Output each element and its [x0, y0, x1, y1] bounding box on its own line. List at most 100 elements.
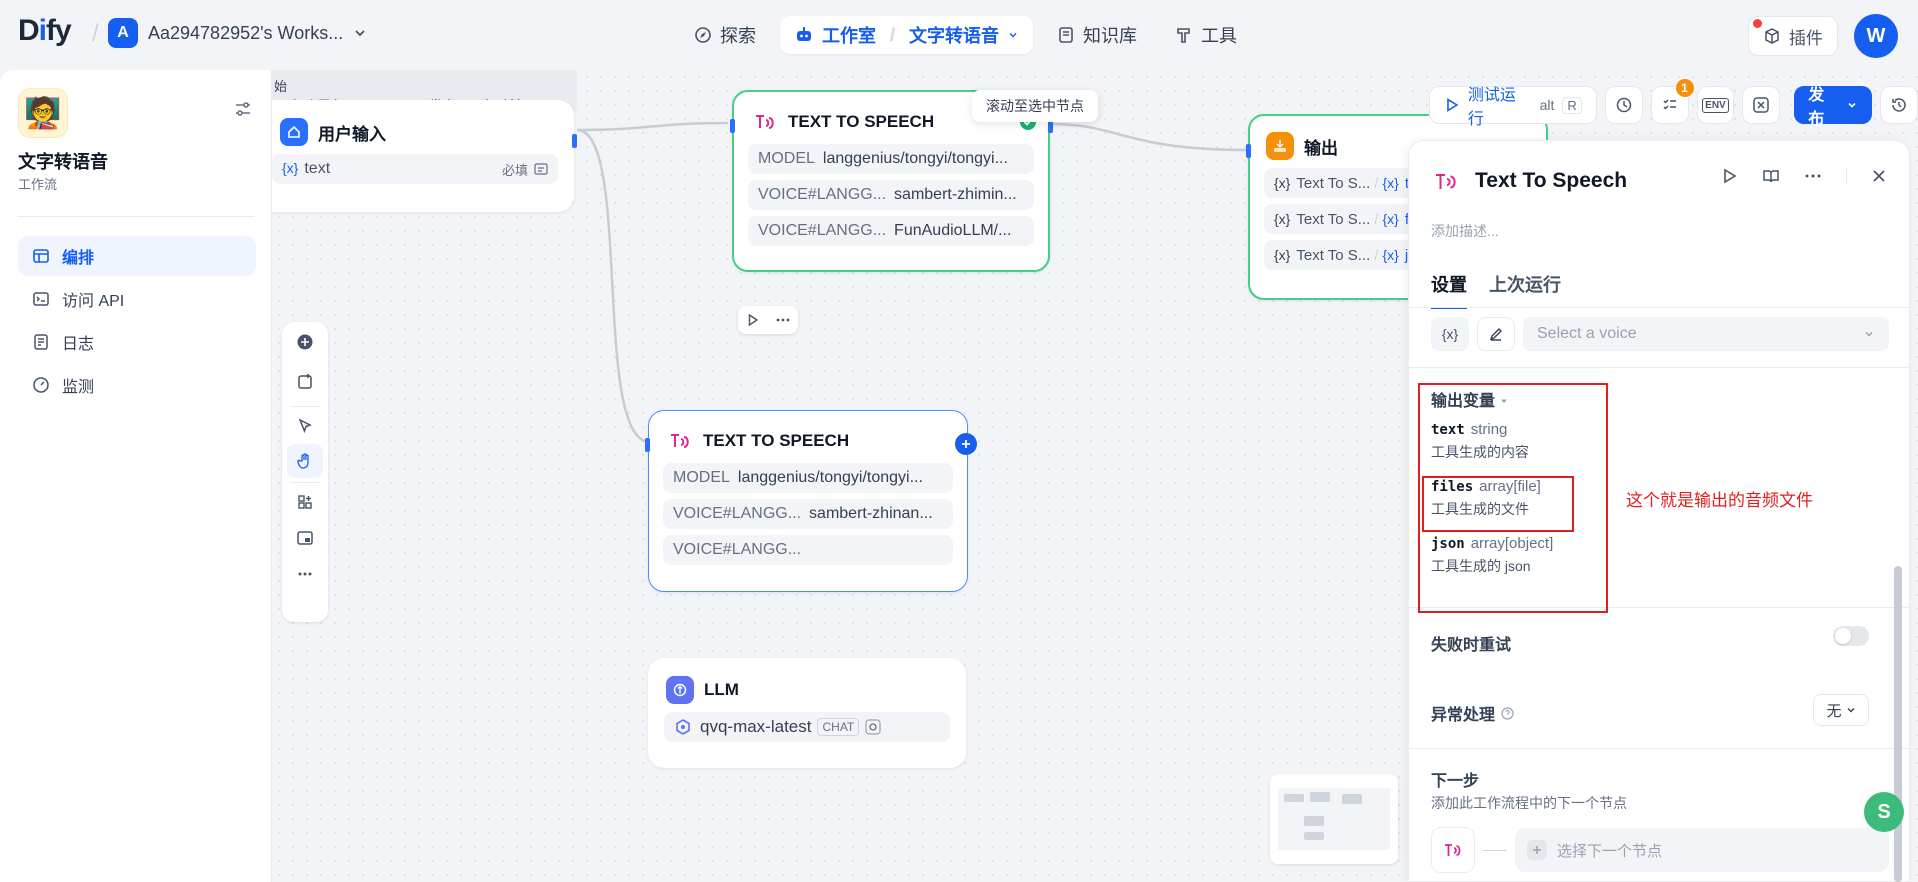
constant-mode-button[interactable] [1477, 317, 1515, 351]
sidebar-item-orchestrate[interactable]: 编排 [18, 236, 256, 276]
node-llm[interactable]: LLM qvq-max-latest CHAT [648, 658, 966, 768]
settings-sliders-icon[interactable] [232, 98, 254, 120]
output-handle[interactable] [572, 134, 577, 148]
hand-icon[interactable] [293, 449, 317, 473]
panel-title[interactable]: Text To Speech [1475, 169, 1627, 193]
app-type: 工作流 [18, 177, 58, 192]
sidebar-menu: 编排 访问 API 日志 监测 [18, 236, 256, 408]
run-toolbar: 测试运行 alt R 1 ENV 发布 [1429, 79, 1918, 128]
voice-select[interactable]: Select a voice [1523, 317, 1889, 351]
close-icon[interactable] [1871, 168, 1887, 184]
canvas-tools [282, 322, 328, 622]
help-book-icon[interactable] [1762, 167, 1780, 185]
node-user-input[interactable]: 用户输入 {x} text 必填 [272, 100, 577, 212]
test-run-button[interactable]: 测试运行 alt R [1429, 86, 1597, 128]
nav-explore[interactable]: 探索 [680, 16, 770, 54]
section-divider [1409, 748, 1909, 749]
chevron-down-icon [1009, 32, 1017, 38]
error-handling-value: 无 [1826, 702, 1842, 720]
next-step-title: 下一步 [1431, 773, 1480, 790]
add-node-icon[interactable] [293, 330, 317, 354]
pointer-icon[interactable] [293, 414, 317, 438]
floating-assistant-icon[interactable]: S [1864, 792, 1904, 832]
sidebar-item-logs[interactable]: 日志 [18, 322, 256, 362]
dify-logo[interactable]: Dify [18, 14, 72, 48]
add-next-node-icon[interactable] [955, 433, 977, 455]
edge-input-tts1 [576, 121, 729, 132]
tab-last-run[interactable]: 上次运行 [1489, 271, 1561, 309]
plugins-button[interactable]: 插件 [1748, 16, 1838, 56]
sidebar-item-label: 访问 API [62, 293, 125, 310]
run-history-button[interactable] [1604, 86, 1643, 124]
text-to-speech-icon [756, 115, 774, 129]
node-more-icon[interactable] [775, 312, 791, 328]
sidebar-item-label: 日志 [62, 336, 95, 353]
sidebar-item-monitor[interactable]: 监测 [18, 365, 256, 405]
organize-blocks-icon[interactable] [293, 490, 317, 514]
minimap[interactable] [1270, 774, 1398, 864]
nav-studio-label: 工作室 [822, 26, 876, 46]
minimap-node [1304, 832, 1324, 840]
user-avatar[interactable]: W [1854, 14, 1898, 58]
retry-toggle[interactable] [1833, 626, 1869, 646]
error-handling-label: 异常处理 [1431, 707, 1496, 724]
input-handle[interactable] [645, 438, 650, 452]
description-input[interactable]: 添加描述... [1431, 221, 1499, 241]
layout-icon [33, 249, 49, 263]
variable-mode-button[interactable]: {x} [1431, 317, 1469, 351]
run-step-icon[interactable] [1720, 167, 1738, 185]
nav-knowledge[interactable]: 知识库 [1043, 16, 1151, 54]
minimap-node [1304, 816, 1324, 826]
minimap-toggle-icon[interactable] [293, 526, 317, 550]
input-handle[interactable] [1246, 144, 1251, 158]
run-node-icon[interactable] [746, 313, 760, 327]
version-history-button[interactable] [1880, 86, 1918, 124]
package-icon [1765, 28, 1779, 44]
more-icon[interactable] [1804, 167, 1822, 185]
breadcrumb-separator: / [92, 20, 99, 47]
text-to-speech-icon [1445, 844, 1461, 856]
param-row: VOICE#LANGG... sambert-zhinan... [663, 499, 953, 529]
workspace-switcher[interactable]: A Aa294782952's Works... [108, 18, 367, 48]
nav-tools[interactable]: 工具 [1161, 16, 1251, 54]
node-tts-2[interactable]: TEXT TO SPEECH MODEL langgenius/tongyi/to… [645, 410, 977, 592]
input-handle[interactable] [730, 119, 735, 133]
error-handling-select[interactable]: 无 [1813, 694, 1869, 726]
help-circle-icon[interactable] [1501, 706, 1514, 720]
param-row: VOICE#LANGG... [663, 535, 953, 565]
current-app-label[interactable]: 文字转语音 [909, 22, 999, 48]
env-button[interactable]: ENV [1696, 86, 1735, 124]
history-icon [1616, 97, 1631, 113]
tab-settings[interactable]: 设置 [1431, 271, 1467, 309]
publish-label: 发布 [1808, 87, 1825, 128]
top-right-actions: 插件 W [1748, 14, 1898, 58]
input-var-row[interactable]: {x} text 必填 [272, 154, 558, 184]
select-next-node-button[interactable]: 选择下一个节点 [1515, 828, 1889, 872]
publish-button[interactable]: 发布 [1794, 86, 1873, 128]
nav-studio[interactable]: 工作室 / 文字转语音 [780, 16, 1034, 54]
minimap-node [1310, 792, 1330, 802]
add-note-icon[interactable] [293, 370, 317, 394]
current-node-badge [1431, 827, 1475, 873]
sidebar-item-api[interactable]: 访问 API [18, 279, 256, 319]
node-hover-tools [738, 306, 798, 334]
node-title: 用户输入 [318, 124, 386, 144]
voice-param-row: {x} Select a voice [1431, 317, 1889, 351]
text-to-speech-icon [671, 434, 689, 448]
monitor-icon [33, 377, 49, 393]
output-icon [1266, 132, 1294, 160]
hammer-icon [1177, 28, 1190, 43]
scroll-to-node-tooltip[interactable]: 滚动至选中节点 [972, 90, 1098, 122]
panel-scrollbar[interactable] [1894, 566, 1902, 882]
more-icon[interactable] [293, 562, 317, 586]
annotation-box-files [1422, 476, 1574, 532]
checklist-button[interactable]: 1 [1650, 79, 1694, 124]
tabs-divider [1409, 307, 1909, 308]
conversation-vars-button[interactable] [1742, 86, 1781, 124]
model-settings-icon[interactable] [865, 719, 881, 735]
start-fragment: 始 [274, 79, 288, 94]
sidebar-divider [18, 216, 254, 217]
next-node-placeholder: 选择下一个节点 [1557, 842, 1663, 860]
edge-input-tts2 [576, 128, 651, 444]
section-divider [1409, 367, 1909, 368]
